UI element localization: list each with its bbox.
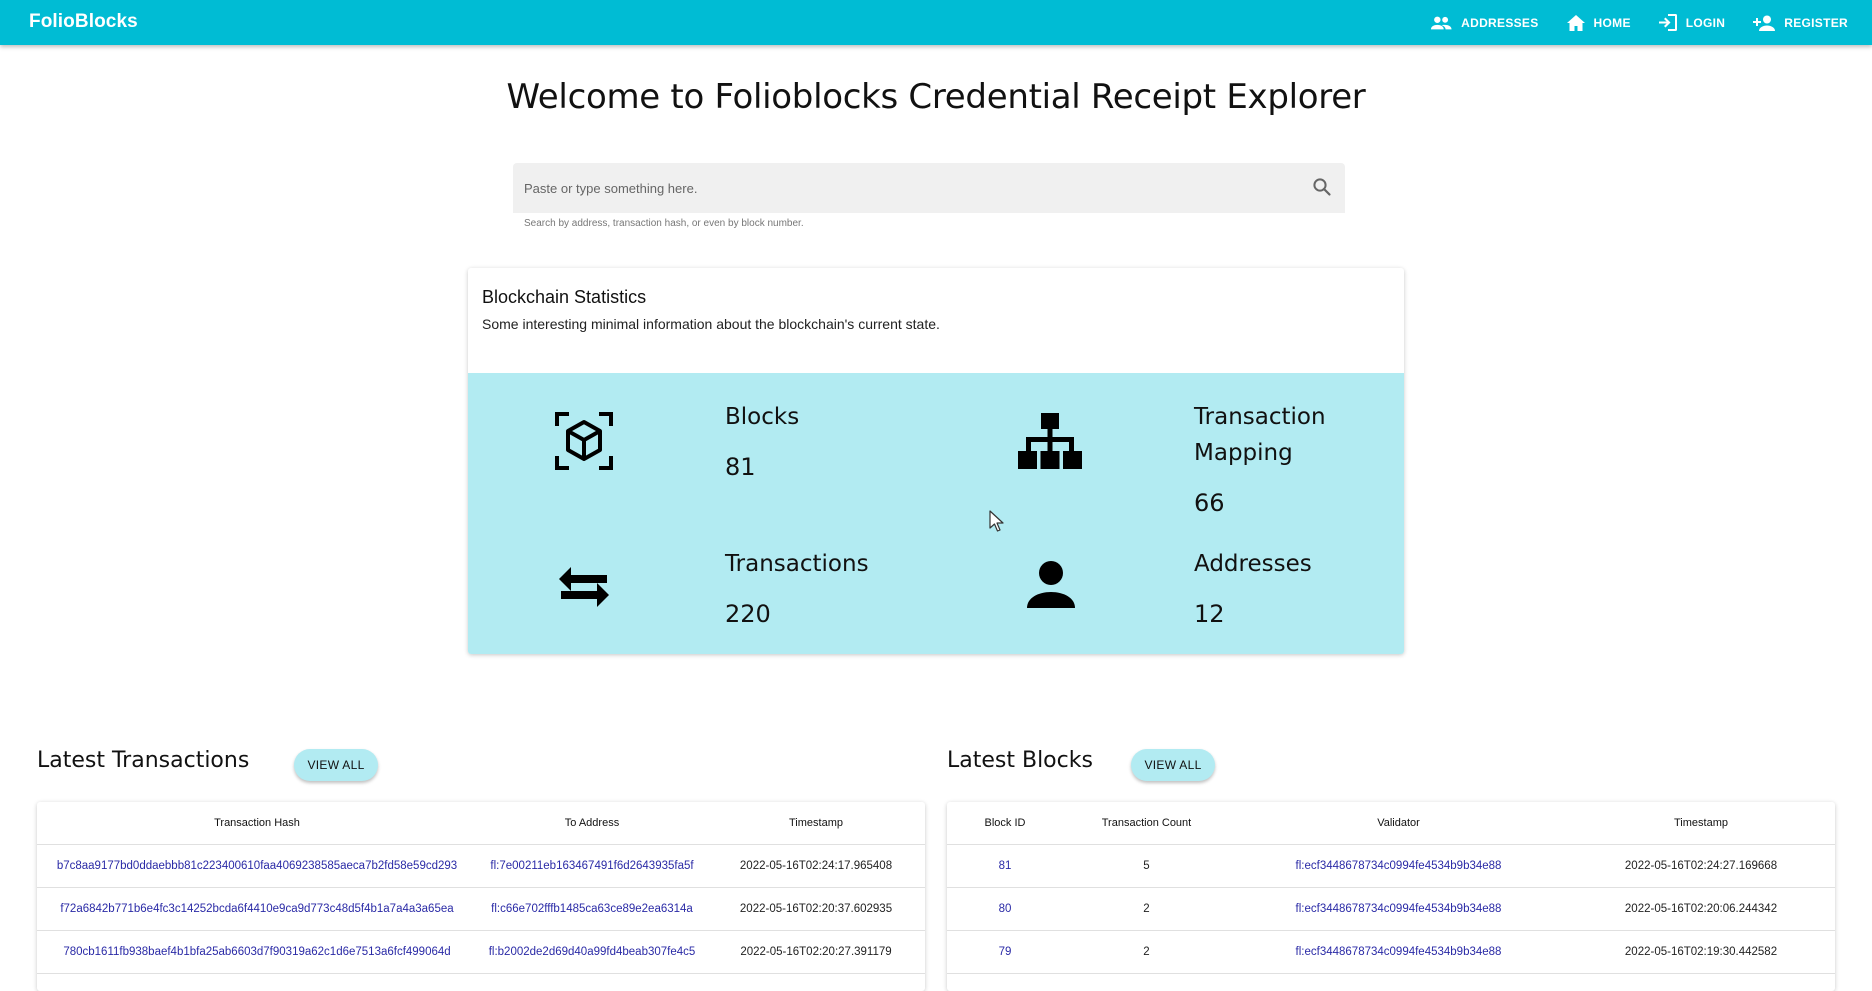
view-all-blocks-button[interactable]: VIEW ALL — [1131, 749, 1215, 781]
mouse-cursor-icon — [989, 510, 1004, 532]
to-address-link[interactable]: fl:c66e702fffb1485ca63ce89e2ea6314a — [477, 887, 707, 931]
timestamp-cell: 2022-05-16T02:20:37.602935 — [707, 887, 925, 931]
column-header: Block ID — [947, 802, 1063, 845]
stat-addresses-label: Addresses — [1194, 551, 1312, 577]
stats-subtitle: Some interesting minimal information abo… — [482, 316, 940, 332]
table-row: 79 2 fl:ecf3448678734c0994fe4534b9b34e88… — [947, 930, 1835, 974]
column-header: Transaction Count — [1063, 802, 1230, 845]
search-box — [513, 163, 1345, 213]
timestamp-cell: 2022-05-16T02:20:27.391179 — [707, 930, 925, 974]
person-add-icon — [1753, 15, 1776, 31]
transaction-count-cell: 2 — [1063, 887, 1230, 931]
timestamp-cell: 2022-05-16T02:20:06.244342 — [1567, 887, 1835, 931]
person-icon — [1027, 561, 1075, 608]
stat-blocks-label: Blocks — [725, 404, 800, 430]
to-address-link[interactable]: fl:7e00211eb163467491f6d2643935fa5f — [477, 844, 707, 888]
timestamp-cell: 2022-05-16T02:24:27.169668 — [1567, 844, 1835, 888]
latest-transactions-title: Latest Transactions — [37, 748, 250, 773]
swap-arrows-icon — [559, 567, 609, 607]
nav-register[interactable]: REGISTER — [1753, 15, 1848, 31]
nav-addresses[interactable]: ADDRESSES — [1430, 15, 1538, 31]
block-id-link[interactable]: 80 — [947, 887, 1063, 931]
transaction-hash-link[interactable]: b7c8aa9177bd0ddaebbb81c223400610faa40692… — [37, 844, 477, 888]
app-bar: FolioBlocks ADDRESSES HOME LOGIN REGISTE… — [0, 0, 1872, 45]
timestamp-cell: 2022-05-16T02:24:17.965408 — [707, 844, 925, 888]
validator-link[interactable]: fl:ecf3448678734c0994fe4534b9b34e88 — [1230, 844, 1567, 888]
cube-scan-icon — [555, 412, 613, 470]
table-row: 81 5 fl:ecf3448678734c0994fe4534b9b34e88… — [947, 844, 1835, 888]
column-header: Timestamp — [707, 802, 925, 845]
blockchain-statistics-card: Blockchain Statistics Some interesting m… — [468, 268, 1404, 654]
validator-link[interactable]: fl:ecf3448678734c0994fe4534b9b34e88 — [1230, 930, 1567, 974]
stat-mapping-label: Transaction Mapping — [1194, 404, 1326, 466]
latest-blocks-table: Block ID Transaction Count Validator Tim… — [947, 802, 1835, 991]
timestamp-cell: 2022-05-16T02:19:30.442582 — [1567, 930, 1835, 974]
nav-register-label: REGISTER — [1784, 15, 1848, 30]
view-all-transactions-button[interactable]: VIEW ALL — [294, 749, 378, 781]
hierarchy-icon — [1018, 413, 1082, 469]
validator-link[interactable]: fl:ecf3448678734c0994fe4534b9b34e88 — [1230, 887, 1567, 931]
stats-title: Blockchain Statistics — [482, 287, 647, 307]
nav-home[interactable]: HOME — [1566, 14, 1631, 31]
table-header-row: Block ID Transaction Count Validator Tim… — [947, 802, 1835, 845]
transaction-hash-link[interactable]: 780cb1611fb938baef4b1bfa25ab6603d7f90319… — [37, 930, 477, 974]
column-header: Transaction Hash — [37, 802, 477, 845]
nav-addresses-label: ADDRESSES — [1461, 15, 1539, 30]
brand-logo[interactable]: FolioBlocks — [29, 11, 138, 33]
stat-transactions-value: 220 — [725, 600, 771, 628]
block-id-link[interactable]: 79 — [947, 930, 1063, 974]
top-nav: ADDRESSES HOME LOGIN REGISTER — [1402, 0, 1848, 45]
nav-login-label: LOGIN — [1685, 15, 1726, 30]
block-id-link[interactable]: 81 — [947, 844, 1063, 888]
latest-blocks-title: Latest Blocks — [947, 748, 1093, 773]
column-header: Timestamp — [1567, 802, 1835, 845]
search-icon[interactable] — [1312, 177, 1332, 197]
table-row: 780cb1611fb938baef4b1bfa25ab6603d7f90319… — [37, 930, 925, 974]
login-icon — [1658, 14, 1677, 31]
people-icon — [1431, 16, 1452, 29]
stat-addresses-value: 12 — [1194, 600, 1225, 628]
table-row: b7c8aa9177bd0ddaebbb81c223400610faa40692… — [37, 844, 925, 888]
nav-home-label: HOME — [1593, 15, 1631, 30]
column-header: Validator — [1230, 802, 1567, 845]
transaction-count-cell: 5 — [1063, 844, 1230, 888]
column-header: To Address — [477, 802, 707, 845]
table-row: 80 2 fl:ecf3448678734c0994fe4534b9b34e88… — [947, 887, 1835, 931]
page-title: Welcome to Folioblocks Credential Receip… — [506, 77, 1366, 117]
transaction-hash-link[interactable]: f72a6842b771b6e4fc3c14252bcda6f4410e9ca9… — [37, 887, 477, 931]
table-header-row: Transaction Hash To Address Timestamp — [37, 802, 925, 845]
latest-transactions-table: Transaction Hash To Address Timestamp b7… — [37, 802, 925, 991]
table-row: f72a6842b771b6e4fc3c14252bcda6f4410e9ca9… — [37, 887, 925, 931]
stat-transactions-label: Transactions — [725, 551, 869, 577]
transaction-count-cell: 2 — [1063, 930, 1230, 974]
search-helper-text: Search by address, transaction hash, or … — [524, 218, 804, 229]
stats-panel: Blocks 81 Transaction Mapping 66 Transac… — [468, 373, 1404, 654]
stat-blocks-value: 81 — [725, 453, 756, 481]
to-address-link[interactable]: fl:b2002de2d69d40a99fd4beab307fe4c5 — [477, 930, 707, 974]
home-icon — [1566, 14, 1585, 31]
search-input[interactable] — [513, 163, 1293, 213]
stat-mapping-value: 66 — [1194, 489, 1225, 517]
nav-login[interactable]: LOGIN — [1658, 14, 1726, 31]
